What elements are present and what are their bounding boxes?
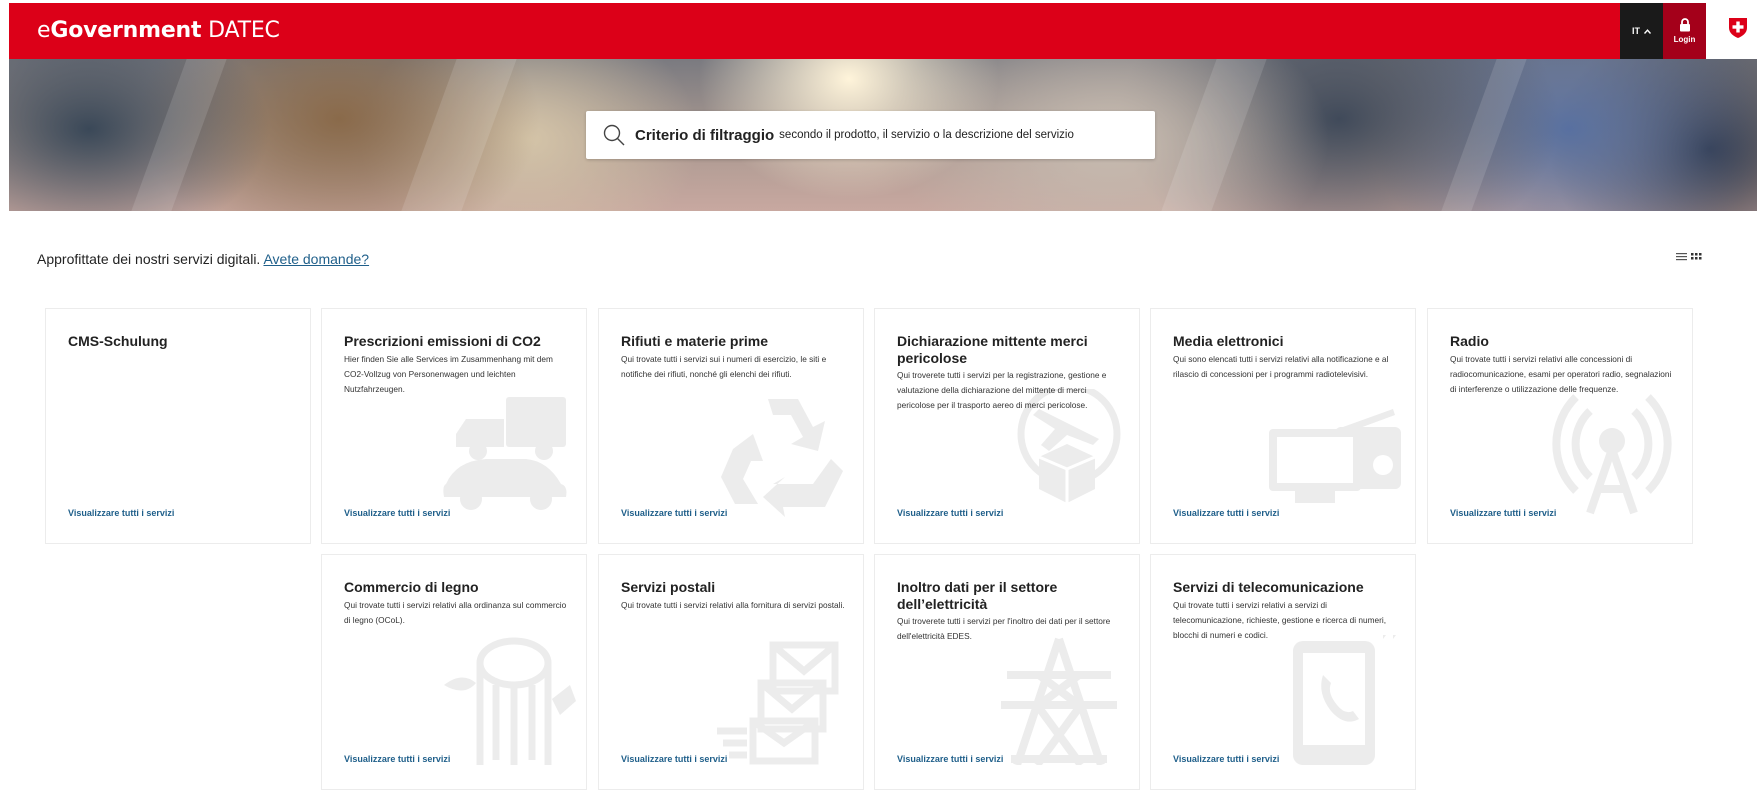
view-services-link[interactable]: Visualizzare tutti i servizi: [621, 754, 727, 764]
list-view-icon[interactable]: [1676, 252, 1687, 261]
card-description: Qui trovate tutti i servizi relativi a s…: [1173, 600, 1387, 640]
phone-icon: [1293, 635, 1396, 765]
view-services-link[interactable]: Visualizzare tutti i servizi: [344, 508, 450, 518]
card-title: Rifiuti e materie prime: [621, 333, 769, 349]
service-card[interactable]: Rifiuti e materie prime Qui trovate tutt…: [598, 308, 864, 544]
card-title: Dichiarazione mittente merci pericolose: [897, 333, 1088, 366]
view-services-link[interactable]: Visualizzare tutti i servizi: [897, 754, 1003, 764]
grid-view-icon[interactable]: [1691, 252, 1702, 261]
log-icon: [444, 637, 576, 765]
logo-e: e: [37, 18, 51, 43]
logo-dept: DATEC: [208, 18, 280, 43]
service-card[interactable]: Inoltro dati per il settore dell’elettri…: [874, 554, 1140, 790]
media-icon: [1269, 409, 1401, 503]
card-description: Hier finden Sie alle Services im Zusamme…: [344, 354, 553, 394]
card-description: Qui trovate tutti i servizi relativi all…: [344, 600, 567, 625]
search-label: Criterio di filtraggio: [635, 126, 775, 144]
swiss-cross-icon[interactable]: [1728, 17, 1748, 39]
card-description: Qui trovate tutti i servizi sui i numeri…: [621, 354, 827, 379]
service-card[interactable]: Servizi postali Qui trovate tutti i serv…: [598, 554, 864, 790]
service-card[interactable]: Media elettronici Qui sono elencati tutt…: [1150, 308, 1416, 544]
language-switcher[interactable]: IT: [1620, 3, 1663, 59]
language-label: IT: [1632, 26, 1640, 36]
view-services-link[interactable]: Visualizzare tutti i servizi: [68, 508, 174, 518]
logo-government: Government: [50, 18, 202, 43]
chevron-up-icon: [1644, 28, 1651, 34]
vehicles-icon: [443, 397, 567, 510]
site-logo[interactable]: eGovernment DATEC: [37, 18, 280, 43]
service-card[interactable]: CMS-Schulung Visualizzare tutti i serviz…: [45, 308, 311, 544]
antenna-icon: [1552, 394, 1672, 515]
card-title: Commercio di legno: [344, 579, 479, 595]
intro-sentence: Approfittate dei nostri servizi digitali…: [37, 251, 261, 267]
login-button[interactable]: Login: [1663, 3, 1706, 59]
card-description: Qui troverete tutti i servizi per la reg…: [897, 370, 1107, 410]
card-description: Qui trovate tutti i servizi relativi all…: [1450, 354, 1672, 394]
view-services-link[interactable]: Visualizzare tutti i servizi: [897, 508, 1003, 518]
login-label: Login: [1673, 35, 1696, 44]
pylon-icon: [1001, 637, 1117, 765]
card-description: Qui sono elencati tutti i servizi relati…: [1173, 354, 1389, 379]
lock-icon: [1679, 18, 1690, 32]
view-services-link[interactable]: Visualizzare tutti i servizi: [1450, 508, 1556, 518]
service-card[interactable]: Radio Qui trovate tutti i servizi relati…: [1427, 308, 1693, 544]
card-title: Media elettronici: [1173, 333, 1284, 349]
service-card[interactable]: Servizi di telecomunicazione Qui trovate…: [1150, 554, 1416, 790]
view-services-link[interactable]: Visualizzare tutti i servizi: [344, 754, 450, 764]
card-title: Inoltro dati per il settore dell’elettri…: [897, 579, 1058, 612]
card-title: Servizi postali: [621, 579, 716, 595]
service-card[interactable]: Prescrizioni emissioni di CO2 Hier finde…: [321, 308, 587, 544]
view-toggle: [1676, 252, 1702, 261]
intro-text: Approfittate dei nostri servizi digitali…: [37, 251, 369, 267]
card-title: Prescrizioni emissioni di CO2: [344, 333, 541, 349]
top-bar: eGovernment DATEC: [9, 3, 1620, 59]
card-description: Qui trovate tutti i servizi relativi all…: [621, 600, 845, 610]
card-title: Radio: [1450, 333, 1489, 349]
faq-link[interactable]: Avete domande?: [263, 251, 369, 267]
recycle-icon: [721, 399, 843, 517]
service-card[interactable]: Commercio di legno Qui trovate tutti i s…: [321, 554, 587, 790]
view-services-link[interactable]: Visualizzare tutti i servizi: [621, 508, 727, 518]
card-description: Qui troverete tutti i servizi per l'inol…: [897, 616, 1111, 641]
search-icon: [603, 124, 625, 146]
card-title: Servizi di telecomunicazione: [1173, 579, 1364, 595]
mail-icon: [717, 641, 839, 765]
card-title: CMS-Schulung: [68, 333, 168, 349]
view-services-link[interactable]: Visualizzare tutti i servizi: [1173, 508, 1279, 518]
view-services-link[interactable]: Visualizzare tutti i servizi: [1173, 754, 1279, 764]
search-hint: secondo il prodotto, il servizio o la de…: [779, 129, 1074, 141]
service-filter-search[interactable]: Criterio di filtraggio secondo il prodot…: [586, 111, 1155, 159]
service-card[interactable]: Dichiarazione mittente merci pericolose …: [874, 308, 1140, 544]
